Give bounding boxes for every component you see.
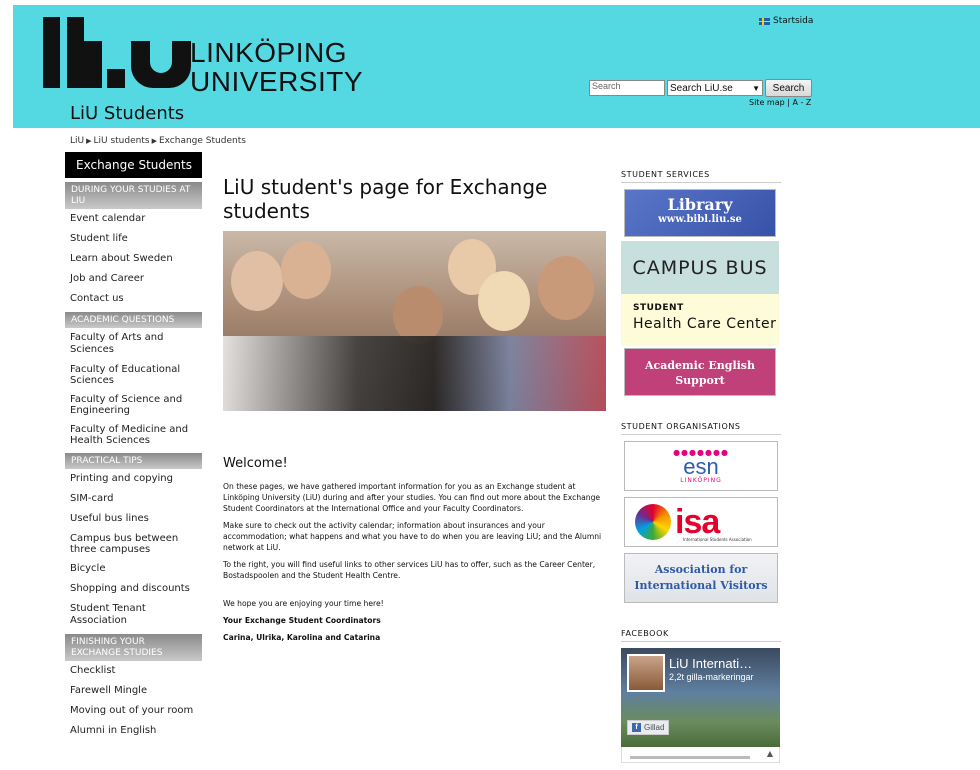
library-banner[interactable]: Library www.bibl.liu.se [624, 189, 776, 237]
paragraph: On these pages, we have gathered importa… [223, 482, 601, 513]
nav-item-contact-us[interactable]: Contact us [65, 289, 202, 309]
breadcrumb-arrow-icon: ▶ [86, 137, 92, 145]
breadcrumb-item[interactable]: LiU [70, 136, 84, 146]
nav-item-campus-bus[interactable]: Campus bus between three campuses [65, 529, 202, 559]
campus-bus-banner[interactable]: CAMPUS BUS [621, 241, 779, 294]
search-scope-value: Search LiU.se [670, 82, 733, 94]
academic-line1: Academic English [644, 359, 756, 372]
nav-item-bicycle[interactable]: Bicycle [65, 559, 202, 579]
breadcrumb: LiU ▶ LiU students ▶ Exchange Students [70, 136, 246, 146]
facebook-icon: f [632, 723, 641, 732]
nav-item-bus-lines[interactable]: Useful bus lines [65, 509, 202, 529]
signature-names: Carina, Ulrika, Karolina and Catarina [223, 633, 381, 642]
nav-item-learn-about-sweden[interactable]: Learn about Sweden [65, 249, 202, 269]
page-title: LiU student's page for Exchange students [223, 175, 548, 223]
nav-item-moving-out[interactable]: Moving out of your room [65, 701, 202, 721]
nav-section-heading: DURING YOUR STUDIES AT LIU [65, 182, 202, 209]
aiv-line2: International Visitors [634, 579, 768, 592]
chevron-down-icon: ▼ [752, 83, 760, 93]
facebook-liked-label: Gillad [644, 723, 665, 732]
health-line1: STUDENT [633, 303, 684, 313]
library-url: www.bibl.liu.se [658, 214, 742, 225]
body-text: On these pages, we have gathered importa… [223, 481, 606, 649]
site-header: LINKÖPING UNIVERSITY LiU Students Starts… [13, 5, 980, 128]
breadcrumb-item[interactable]: LiU students [94, 136, 150, 146]
feed-text-placeholder [630, 756, 750, 759]
paragraph: Make sure to check out the activity cale… [223, 521, 602, 552]
wordmark-line2: UNIVERSITY [190, 66, 364, 97]
search-scope-select[interactable]: Search LiU.se ▼ [667, 80, 763, 96]
startsida-link[interactable]: Startsida [759, 16, 813, 26]
nav-item-faculty-educational[interactable]: Faculty of Educational Sciences [65, 360, 202, 390]
health-care-banner[interactable]: STUDENT Health Care Center [621, 294, 779, 346]
nav-item-student-life[interactable]: Student life [65, 229, 202, 249]
nav-item-shopping[interactable]: Shopping and discounts [65, 579, 202, 599]
facebook-heading: FACEBOOK [621, 629, 781, 642]
student-services-heading: STUDENT SERVICES [621, 170, 781, 183]
academic-english-banner[interactable]: Academic English Support [624, 348, 776, 396]
search-input[interactable]: Search [589, 80, 665, 96]
nav-section-heading: FINISHING YOUR EXCHANGE STUDIES [65, 634, 202, 661]
nav-item-faculty-arts[interactable]: Faculty of Arts and Sciences [65, 328, 202, 360]
nav-item-sim-card[interactable]: SIM-card [65, 489, 202, 509]
student-organisations-heading: STUDENT ORGANISATIONS [621, 422, 781, 435]
search-button[interactable]: Search [765, 79, 812, 97]
wordmark-line1: LINKÖPING [190, 37, 347, 68]
nav-item-faculty-science[interactable]: Faculty of Science and Engineering [65, 390, 202, 420]
nav-item-alumni[interactable]: Alumni in English [65, 721, 202, 741]
facebook-page-name[interactable]: LiU Internati… [669, 656, 752, 671]
breadcrumb-item[interactable]: Exchange Students [159, 136, 246, 146]
nav-section-heading: PRACTICAL TIPS [65, 453, 202, 469]
esn-city: LINKÖPING [680, 476, 722, 484]
esn-word: esn [683, 453, 719, 479]
closing-text: We hope you are enjoying your time here! [223, 599, 384, 608]
esn-banner[interactable]: ●●●●●●● esn LINKÖPING [624, 441, 778, 491]
facebook-liked-button[interactable]: f Gillad [627, 720, 670, 735]
facebook-widget[interactable]: LiU Internati… 2,2t gilla-markeringar f … [621, 648, 780, 747]
sitemap-link[interactable]: Site map | A - Z [749, 98, 811, 107]
nav-item-event-calendar[interactable]: Event calendar [65, 209, 202, 229]
left-navigation: Exchange Students DURING YOUR STUDIES AT… [65, 152, 202, 741]
library-title: Library [667, 195, 733, 214]
breadcrumb-arrow-icon: ▶ [151, 137, 157, 145]
nav-item-faculty-medicine[interactable]: Faculty of Medicine and Health Sciences [65, 420, 202, 450]
nav-section-heading: ACADEMIC QUESTIONS [65, 312, 202, 328]
facebook-feed[interactable]: ▲ [621, 747, 780, 763]
health-line2: Health Care Center [633, 316, 777, 332]
main-content: LiU student's page for Exchange students… [223, 175, 608, 642]
nav-item-tenant-association[interactable]: Student Tenant Association [65, 599, 202, 631]
aiv-banner[interactable]: Association for International Visitors [624, 553, 778, 603]
facebook-likes: 2,2t gilla-markeringar [669, 672, 754, 682]
academic-line2: Support [675, 374, 725, 387]
nav-item-printing[interactable]: Printing and copying [65, 469, 202, 489]
swedish-flag-icon [759, 17, 770, 25]
nav-item-checklist[interactable]: Checklist [65, 661, 202, 681]
nav-item-farewell-mingle[interactable]: Farewell Mingle [65, 681, 202, 701]
isa-word: isa [675, 502, 720, 541]
nav-item-job-and-career[interactable]: Job and Career [65, 269, 202, 289]
university-wordmark: LINKÖPING UNIVERSITY [190, 38, 363, 96]
right-column: STUDENT SERVICES Library www.bibl.liu.se… [621, 170, 781, 763]
startsida-label: Startsida [773, 16, 814, 26]
paragraph: To the right, you will find useful links… [223, 560, 596, 580]
isa-wheel-icon [635, 504, 671, 540]
aiv-line1: Association for [654, 563, 748, 576]
facebook-page-avatar [627, 654, 665, 692]
site-name[interactable]: LiU Students [70, 103, 184, 124]
isa-subtitle: International Students Association [683, 537, 752, 542]
welcome-heading: Welcome! [223, 456, 288, 471]
isa-banner[interactable]: isa International Students Association [624, 497, 778, 547]
hero-image-students [223, 231, 606, 411]
signature-title: Your Exchange Student Coordinators [223, 616, 381, 625]
nav-title[interactable]: Exchange Students [65, 152, 202, 178]
scroll-up-icon[interactable]: ▲ [767, 749, 773, 758]
